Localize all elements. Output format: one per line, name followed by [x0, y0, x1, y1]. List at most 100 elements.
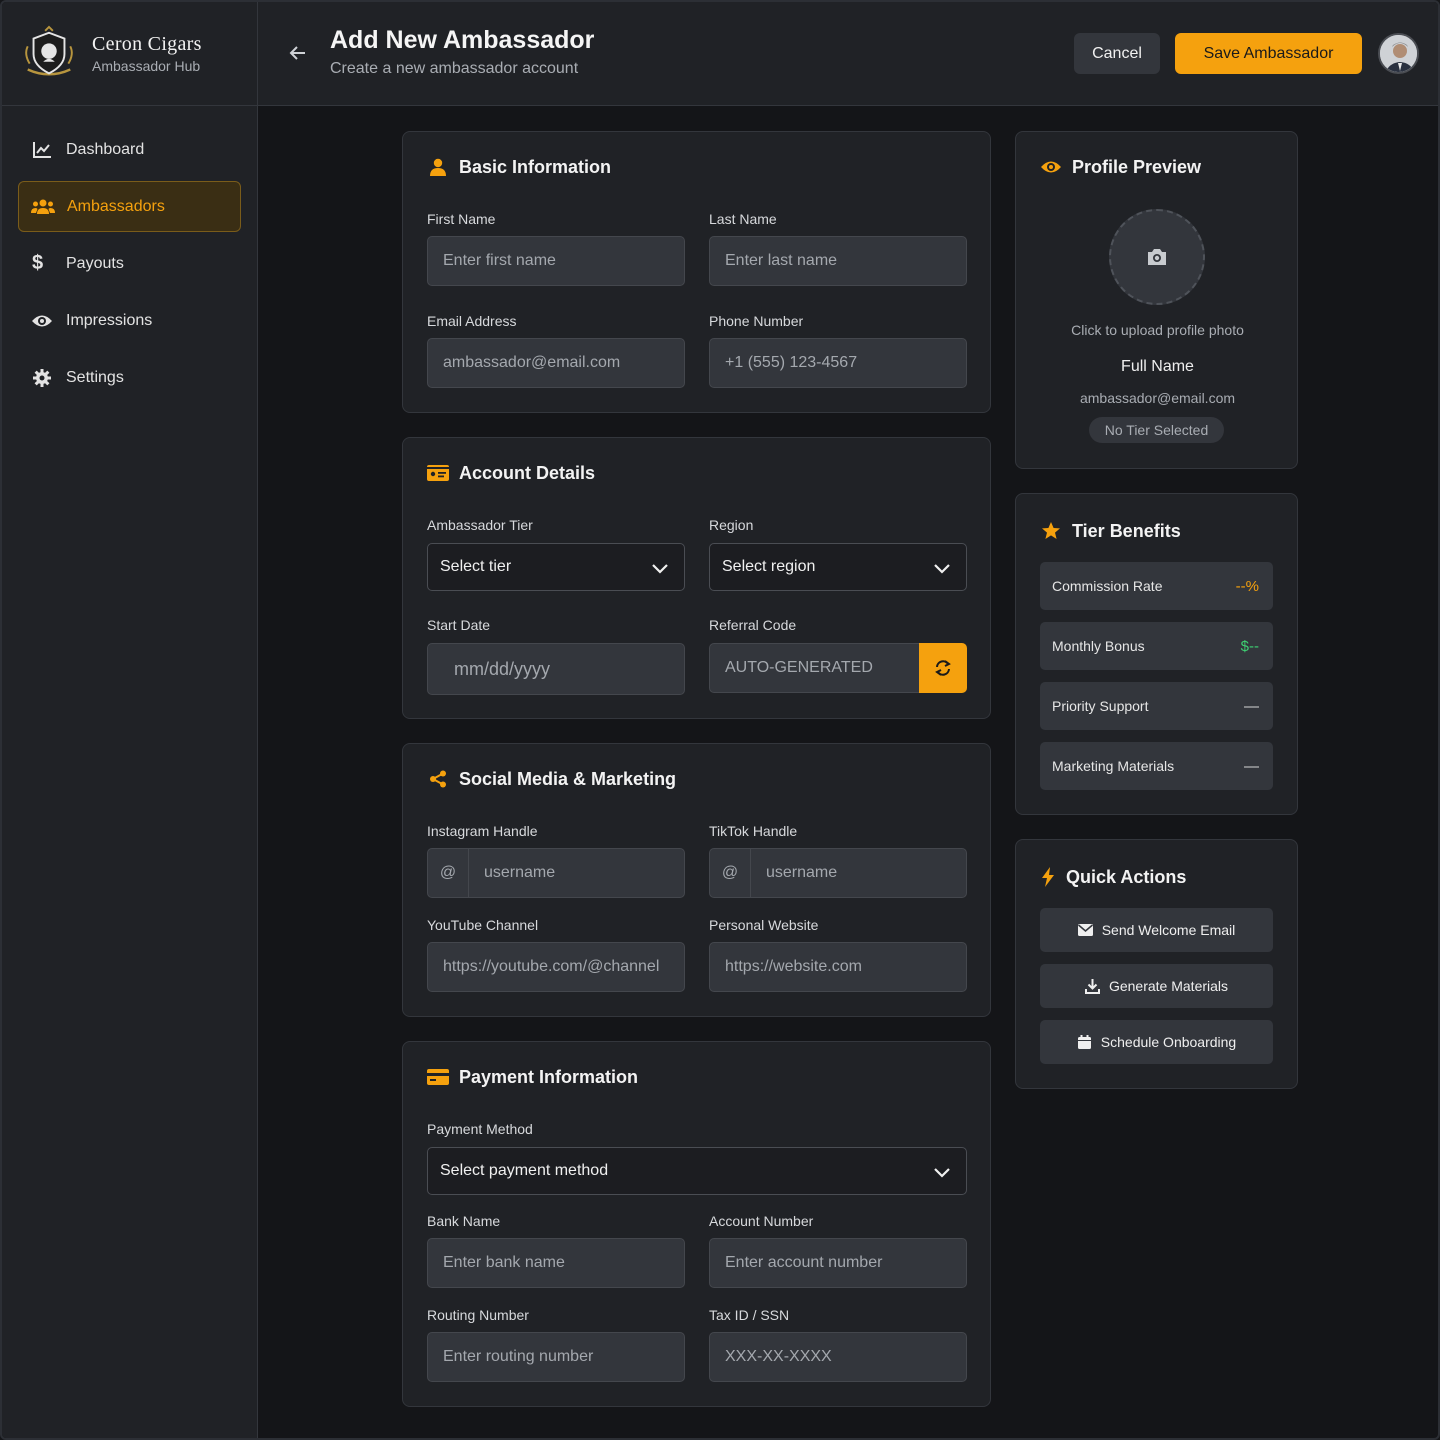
instagram-input[interactable]: @ username [427, 848, 685, 898]
tax-id-input[interactable] [709, 1332, 967, 1382]
benefit-label: Marketing Materials [1052, 758, 1175, 774]
sidebar-item-label: Ambassadors [67, 197, 165, 215]
benefit-value: $-- [1240, 637, 1259, 655]
save-ambassador-button[interactable]: Save Ambassador [1175, 33, 1362, 74]
sidebar-item-label: Dashboard [66, 140, 145, 158]
back-arrow-icon[interactable] [284, 39, 312, 67]
card-title-text: Quick Actions [1066, 866, 1187, 887]
tiktok-input[interactable]: @ username [709, 848, 967, 898]
website-input[interactable] [709, 942, 967, 992]
start-date-input[interactable]: mm/dd/yyyy [427, 643, 685, 695]
preview-name: Full Name [1121, 358, 1194, 375]
refresh-code-button[interactable] [919, 643, 967, 693]
cancel-button[interactable]: Cancel [1074, 33, 1160, 74]
tiktok-placeholder: username [766, 864, 838, 881]
card-title-text: Payment Information [459, 1066, 639, 1087]
account-number-label: Account Number [709, 1213, 814, 1229]
first-name-input[interactable] [427, 236, 685, 286]
account-number-input[interactable] [709, 1238, 967, 1288]
user-icon [427, 156, 449, 178]
quick-action-label: Send Welcome Email [1101, 922, 1236, 938]
credit-card-icon [427, 1066, 449, 1088]
sidebar-item-ambassadors[interactable]: Ambassadors [18, 181, 241, 232]
payment-information-card: Payment Information Payment Method Selec… [402, 1041, 991, 1407]
profile-preview-title: Profile Preview [1040, 156, 1201, 178]
account-details-card: Account Details Ambassador Tier Select t… [402, 437, 991, 719]
upload-hint: Click to upload profile photo [1071, 322, 1244, 338]
camera-icon [1148, 249, 1166, 265]
benefit-label: Monthly Bonus [1052, 638, 1145, 654]
referral-code-input[interactable]: AUTO-GENERATED [709, 643, 920, 693]
brand-subtitle: Ambassador Hub [92, 58, 201, 74]
photo-upload-circle[interactable] [1109, 209, 1205, 305]
tier-benefits-title: Tier Benefits [1040, 520, 1181, 542]
bank-name-label: Bank Name [427, 1213, 501, 1229]
page-title: Add New Ambassador [330, 26, 595, 54]
sidebar-item-payouts[interactable]: $ Payouts [18, 238, 241, 289]
preview-email: ambassador@email.com [1079, 390, 1236, 406]
benefit-label: Priority Support [1052, 698, 1149, 714]
last-name-label: Last Name [709, 211, 777, 227]
benefit-value: --% [1235, 577, 1259, 595]
quick-action-label: Schedule Onboarding [1100, 1034, 1237, 1050]
last-name-input[interactable] [709, 236, 967, 286]
chart-line-icon [30, 140, 54, 160]
email-label: Email Address [427, 313, 517, 329]
payment-method-select[interactable]: Select payment method [427, 1147, 967, 1195]
benefit-row-commission: Commission Rate --% [1040, 562, 1273, 610]
region-select[interactable]: Select region [709, 543, 967, 591]
benefit-row-bonus: Monthly Bonus $-- [1040, 622, 1273, 670]
sidebar-item-dashboard[interactable]: Dashboard [18, 124, 241, 175]
brand[interactable]: Ceron Cigars Ambassador Hub [2, 2, 257, 106]
chevron-down-icon [934, 564, 950, 574]
benefit-row-marketing: Marketing Materials — [1040, 742, 1273, 790]
generate-materials-button[interactable]: Generate Materials [1040, 964, 1273, 1008]
schedule-onboarding-button[interactable]: Schedule Onboarding [1040, 1020, 1273, 1064]
start-date-placeholder: mm/dd/yyyy [454, 658, 551, 679]
card-title-text: Tier Benefits [1072, 520, 1181, 541]
send-welcome-email-button[interactable]: Send Welcome Email [1040, 908, 1273, 952]
page-header: Add New Ambassador Create a new ambassad… [258, 2, 1438, 106]
at-prefix: @ [428, 849, 469, 897]
account-details-title: Account Details [427, 462, 595, 484]
page-subtitle: Create a new ambassador account [330, 60, 579, 77]
share-icon [427, 768, 449, 790]
payment-method-label: Payment Method [427, 1121, 533, 1137]
phone-label: Phone Number [709, 313, 804, 329]
tiktok-label: TikTok Handle [709, 823, 798, 839]
at-prefix: @ [710, 849, 751, 897]
region-select-value: Select region [722, 558, 816, 575]
sidebar-item-impressions[interactable]: Impressions [18, 295, 241, 346]
gear-icon [30, 368, 54, 388]
sidebar-item-label: Payouts [66, 254, 124, 272]
sidebar-item-settings[interactable]: Settings [18, 352, 241, 403]
website-label: Personal Website [709, 917, 819, 933]
chevron-down-icon [652, 564, 668, 574]
refresh-icon [935, 660, 951, 676]
social-media-card: Social Media & Marketing Instagram Handl… [402, 743, 991, 1017]
first-name-label: First Name [427, 211, 496, 227]
star-icon [1040, 520, 1062, 542]
bank-name-input[interactable] [427, 1238, 685, 1288]
basic-information-card: Basic Information First Name Last Name E… [402, 131, 991, 413]
brand-logo-icon [25, 25, 73, 76]
card-title-text: Profile Preview [1072, 156, 1202, 177]
quick-action-label: Generate Materials [1108, 978, 1229, 994]
start-date-label: Start Date [427, 617, 491, 633]
region-label: Region [709, 517, 754, 533]
tier-select[interactable]: Select tier [427, 543, 685, 591]
email-field[interactable] [427, 338, 685, 388]
lightning-icon [1040, 866, 1056, 888]
brand-name: Ceron Cigars [92, 33, 202, 55]
benefit-value: — [1244, 757, 1259, 775]
sidebar-item-label: Settings [66, 368, 124, 386]
routing-number-input[interactable] [427, 1332, 685, 1382]
envelope-icon [1078, 922, 1094, 938]
basic-information-title: Basic Information [427, 156, 611, 178]
youtube-input[interactable] [427, 942, 685, 992]
avatar[interactable] [1378, 33, 1419, 74]
tier-benefits-card: Tier Benefits Commission Rate --% Monthl… [1015, 493, 1298, 815]
chevron-down-icon [934, 1168, 950, 1178]
phone-field[interactable] [709, 338, 967, 388]
users-icon [31, 197, 55, 217]
